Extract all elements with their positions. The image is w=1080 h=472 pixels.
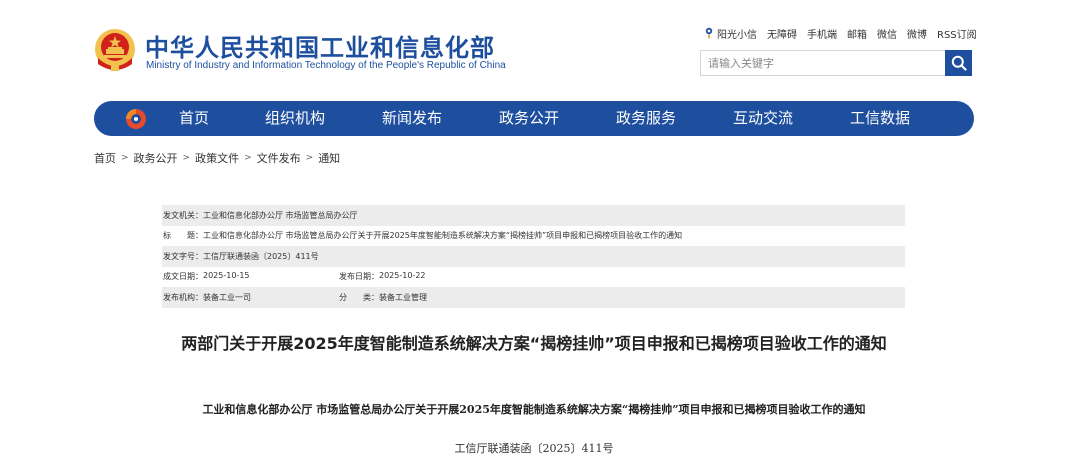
miit-logo-icon <box>126 109 146 129</box>
meta-cell-org: 发布机构： 装备工业一司 <box>163 292 339 303</box>
meta-value-published: 2025-10-22 <box>379 271 426 281</box>
nav-organization[interactable]: 组织机构 <box>265 101 325 136</box>
top-link-weibo[interactable]: 微博 <box>907 26 927 41</box>
nav-government-affairs[interactable]: 政务公开 <box>499 101 559 136</box>
meta-cell-category: 分 类： 装备工业管理 <box>339 292 427 303</box>
national-emblem-icon <box>95 29 135 71</box>
document-meta-table: 发文机关： 工业和信息化部办公厅 市场监管总局办公厅 标 题： 工业和信息化部办… <box>162 205 905 308</box>
meta-row-issuer: 发文机关： 工业和信息化部办公厅 市场监管总局办公厅 <box>162 205 905 226</box>
meta-row-subject: 标 题： 工业和信息化部办公厅 市场监管总局办公厅关于开展2025年度智能制造系… <box>162 226 905 247</box>
top-link-mobile[interactable]: 手机端 <box>807 26 837 41</box>
meta-row-org: 发布机构： 装备工业一司 分 类： 装备工业管理 <box>162 287 905 308</box>
meta-label: 发布日期： <box>339 272 379 282</box>
site-title-english: Ministry of Industry and Information Tec… <box>146 60 506 71</box>
meta-label: 成文日期： <box>163 272 203 282</box>
meta-value-category: 装备工业管理 <box>379 292 427 302</box>
meta-value-created: 2025-10-15 <box>203 271 250 281</box>
breadcrumb-home[interactable]: 首页 <box>94 150 116 166</box>
top-link-label: 阳光小信 <box>717 29 757 41</box>
article-title: 两部门关于开展2025年度智能制造系统解决方案“揭榜挂帅”项目申报和已揭榜项目验… <box>181 334 887 353</box>
sunshine-icon <box>705 27 713 39</box>
top-link-accessibility[interactable]: 无障碍 <box>767 26 797 41</box>
breadcrumb: 首页 > 政务公开 > 政策文件 > 文件发布 > 通知 <box>94 150 340 166</box>
breadcrumb-policy-docs[interactable]: 政策文件 <box>195 150 239 166</box>
breadcrumb-doc-release[interactable]: 文件发布 <box>257 150 301 166</box>
nav-news[interactable]: 新闻发布 <box>382 101 442 136</box>
meta-value-docno: 工信厅联通装函〔2025〕411号 <box>203 251 319 261</box>
meta-row-dates: 成文日期： 2025-10-15 发布日期： 2025-10-22 <box>162 267 905 288</box>
top-link-mail[interactable]: 邮箱 <box>847 26 867 41</box>
search-icon <box>951 55 967 71</box>
breadcrumb-separator-icon: > <box>121 153 129 163</box>
breadcrumb-separator-icon: > <box>305 153 314 163</box>
nav-interaction[interactable]: 互动交流 <box>733 101 793 136</box>
search-button[interactable] <box>945 50 972 76</box>
search-box <box>700 50 972 76</box>
meta-label: 标 题： <box>163 231 203 241</box>
breadcrumb-government-affairs[interactable]: 政务公开 <box>134 150 178 166</box>
nav-government-services[interactable]: 政务服务 <box>616 101 676 136</box>
site-title: 中华人民共和国工业和信息化部 <box>145 34 495 62</box>
meta-value-issuer: 工业和信息化部办公厅 市场监管总局办公厅 <box>203 210 358 220</box>
nav-data[interactable]: 工信数据 <box>850 101 910 136</box>
meta-label: 发文字号： <box>163 251 203 261</box>
meta-cell-created: 成文日期： 2025-10-15 <box>163 271 339 282</box>
top-links: 阳光小信 无障碍 手机端 邮箱 微信 微博 RSS订阅 <box>704 26 977 41</box>
article-subtitle: 工业和信息化部办公厅 市场监管总局办公厅关于开展2025年度智能制造系统解决方案… <box>202 403 866 416</box>
top-link-wechat[interactable]: 微信 <box>877 26 897 41</box>
meta-value-subject: 工业和信息化部办公厅 市场监管总局办公厅关于开展2025年度智能制造系统解决方案… <box>203 231 683 241</box>
meta-label: 发布机构： <box>163 292 203 302</box>
main-nav: 首页 组织机构 新闻发布 政务公开 政务服务 互动交流 工信数据 <box>94 101 974 136</box>
breadcrumb-notice[interactable]: 通知 <box>318 150 340 166</box>
breadcrumb-separator-icon: > <box>244 153 252 163</box>
meta-label: 分 类： <box>339 292 379 302</box>
search-input[interactable] <box>701 51 945 75</box>
top-link-sunshine[interactable]: 阳光小信 <box>704 26 757 41</box>
site-header: 中华人民共和国工业和信息化部 Ministry of Industry and … <box>0 0 1080 100</box>
nav-home[interactable]: 首页 <box>179 101 209 136</box>
meta-label: 发文机关： <box>163 210 203 220</box>
meta-row-docno: 发文字号： 工信厅联通装函〔2025〕411号 <box>162 246 905 267</box>
article-doc-number: 工信厅联通装函〔2025〕411号 <box>454 442 614 455</box>
meta-cell-published: 发布日期： 2025-10-22 <box>339 271 426 282</box>
breadcrumb-separator-icon: > <box>182 153 191 163</box>
meta-value-org: 装备工业一司 <box>203 292 251 302</box>
top-link-rss[interactable]: RSS订阅 <box>937 26 977 41</box>
